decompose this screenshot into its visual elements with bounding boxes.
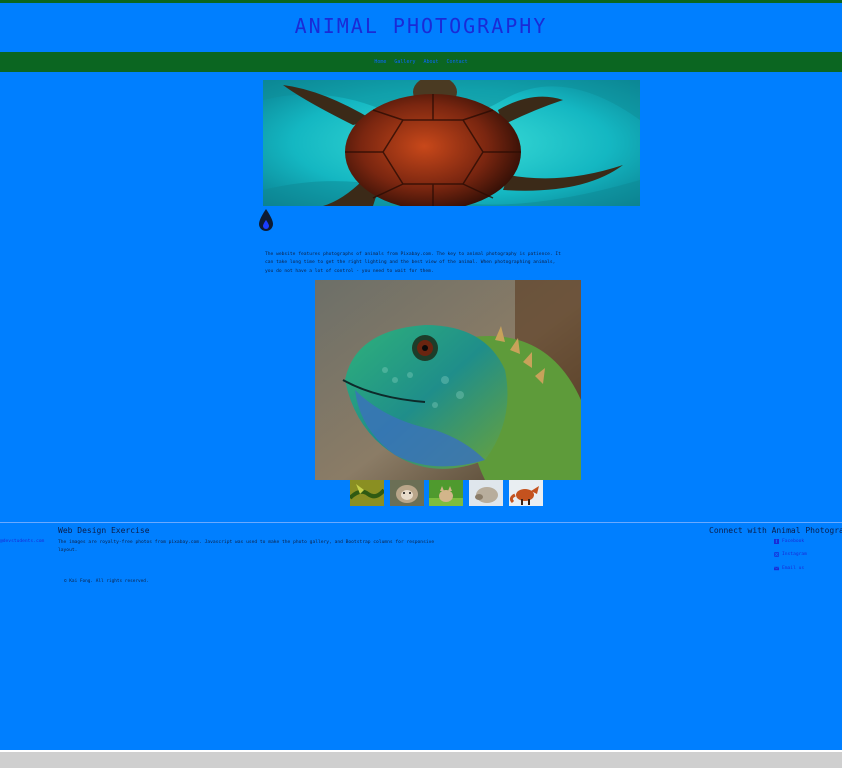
nav-about[interactable]: About <box>423 59 438 65</box>
connect-title: Connect with Animal Photography <box>709 526 842 535</box>
thumbnail-kitten[interactable] <box>429 480 463 506</box>
thumbnail-snake[interactable] <box>350 480 384 506</box>
intro-text: The website features photographs of anim… <box>265 251 561 274</box>
footer-divider <box>0 522 842 523</box>
thumbnail-hedgehog[interactable] <box>390 480 424 506</box>
nav-gallery[interactable]: Gallery <box>394 59 415 65</box>
email-icon <box>773 566 780 571</box>
social-facebook-label: Facebook <box>782 539 805 544</box>
main-nav: Home Gallery About Contact <box>0 52 842 72</box>
bottom-scroll-bar <box>0 750 842 768</box>
footer-email-link[interactable]: @devstudents.com <box>0 539 44 544</box>
social-facebook[interactable]: Facebook <box>774 539 804 544</box>
bottom-bar-highlight <box>0 750 842 752</box>
site-title: ANIMAL PHOTOGRAPHY <box>294 14 548 38</box>
top-accent-line <box>0 0 842 3</box>
gallery-main-image[interactable] <box>315 280 581 480</box>
social-email[interactable]: Email us <box>773 566 805 571</box>
nav-home[interactable]: Home <box>374 59 386 65</box>
social-instagram-label: Instagram <box>782 552 807 557</box>
footer-description: The images are royalty-free photos from … <box>58 539 438 555</box>
footer-description-text: The images are royalty-free photos from … <box>58 540 435 553</box>
thumbnail-porcupine[interactable] <box>469 480 503 506</box>
social-instagram[interactable]: Instagram <box>774 552 807 557</box>
water-drop-icon <box>258 208 274 232</box>
facebook-icon <box>774 539 779 544</box>
nav-contact[interactable]: Contact <box>447 59 468 65</box>
footer-copyright: © Kai Fong. All rights reserved. <box>64 579 149 584</box>
thumbnail-fox[interactable] <box>509 480 543 506</box>
instagram-icon <box>774 552 779 557</box>
social-email-label: Email us <box>782 566 805 571</box>
footer-title: Web Design Exercise <box>58 526 150 535</box>
hero-turtle-image <box>263 80 640 206</box>
